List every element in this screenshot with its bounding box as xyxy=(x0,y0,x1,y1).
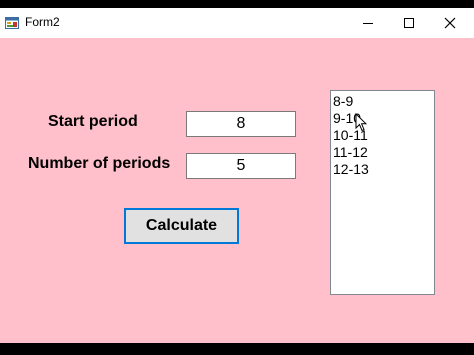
list-item[interactable]: 8-9 xyxy=(333,93,434,110)
close-button[interactable] xyxy=(428,8,472,38)
title-bar[interactable]: Form2 xyxy=(0,8,474,38)
calculate-button[interactable]: Calculate xyxy=(124,208,239,244)
minimize-icon xyxy=(363,23,373,24)
window-title: Form2 xyxy=(25,15,60,29)
maximize-icon xyxy=(404,18,414,28)
start-period-label: Start period xyxy=(48,113,138,130)
minimize-button[interactable] xyxy=(346,8,390,38)
form-app-icon xyxy=(5,16,19,29)
mouse-cursor-icon xyxy=(355,113,367,132)
maximize-button[interactable] xyxy=(387,8,431,38)
form2-window: Form2 Start period 8 Number of periods 5… xyxy=(0,8,474,343)
list-item[interactable]: 12-13 xyxy=(333,161,434,178)
list-item[interactable]: 11-12 xyxy=(333,144,434,161)
number-of-periods-label: Number of periods xyxy=(28,155,171,172)
list-item[interactable]: 10-11 xyxy=(333,127,434,144)
number-of-periods-input[interactable]: 5 xyxy=(186,153,296,179)
start-period-input[interactable]: 8 xyxy=(186,111,296,137)
close-icon xyxy=(444,17,456,29)
list-item[interactable]: 9-10 xyxy=(333,110,434,127)
periods-listbox[interactable]: 8-9 9-10 10-11 11-12 12-13 xyxy=(330,90,435,295)
